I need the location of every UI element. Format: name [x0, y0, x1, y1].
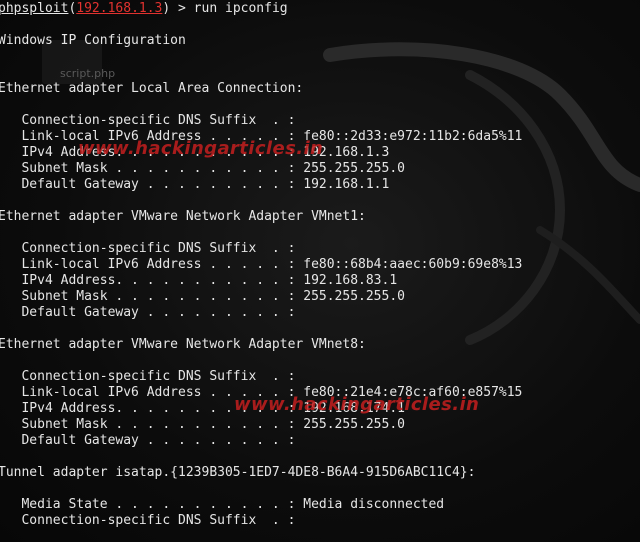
- output-line: Default Gateway . . . . . . . . . :: [0, 305, 296, 320]
- output-line: Connection-specific DNS Suffix . :: [0, 369, 296, 384]
- output-line: IPv4 Address. . . . . . . . . . . : 192.…: [0, 273, 398, 288]
- output-line: Ethernet adapter VMware Network Adapter …: [0, 337, 366, 352]
- output-line: Ethernet adapter Local Area Connection:: [0, 81, 304, 96]
- output-line: Connection-specific DNS Suffix . :: [0, 513, 296, 528]
- terminal-window[interactable]: script.php phpsploit(192.168.1.3) > run …: [0, 0, 640, 542]
- output-line: Ethernet adapter VMware Network Adapter …: [0, 209, 366, 224]
- output-line: Subnet Mask . . . . . . . . . . . : 255.…: [0, 289, 405, 304]
- output-line: Media State . . . . . . . . . . . : Medi…: [0, 497, 445, 512]
- prompt-command: > run ipconfig: [170, 1, 288, 16]
- output-line: Subnet Mask . . . . . . . . . . . : 255.…: [0, 161, 405, 176]
- output-line: Connection-specific DNS Suffix . :: [0, 113, 296, 128]
- prompt-target-ip: 192.168.1.3: [76, 1, 163, 16]
- prompt-module: phpsploit: [0, 1, 69, 16]
- output-line: Windows IP Configuration: [0, 33, 186, 48]
- output-line: Link-local IPv6 Address . . . . . : fe80…: [0, 257, 523, 272]
- desktop-file-label: script.php: [60, 67, 116, 80]
- command-prompt: phpsploit(192.168.1.3) > run ipconfig: [0, 1, 288, 16]
- output-line: Subnet Mask . . . . . . . . . . . : 255.…: [0, 417, 405, 432]
- output-line: Default Gateway . . . . . . . . . :: [0, 433, 296, 448]
- watermark-top: www.hackingarticles.in: [78, 138, 324, 159]
- output-line: Tunnel adapter isatap.{1239B305-1ED7-4DE…: [0, 465, 476, 480]
- output-line: Default Gateway . . . . . . . . . : 192.…: [0, 177, 390, 192]
- watermark-bottom: www.hackingarticles.in: [234, 394, 480, 415]
- output-line: Connection-specific DNS Suffix . :: [0, 241, 296, 256]
